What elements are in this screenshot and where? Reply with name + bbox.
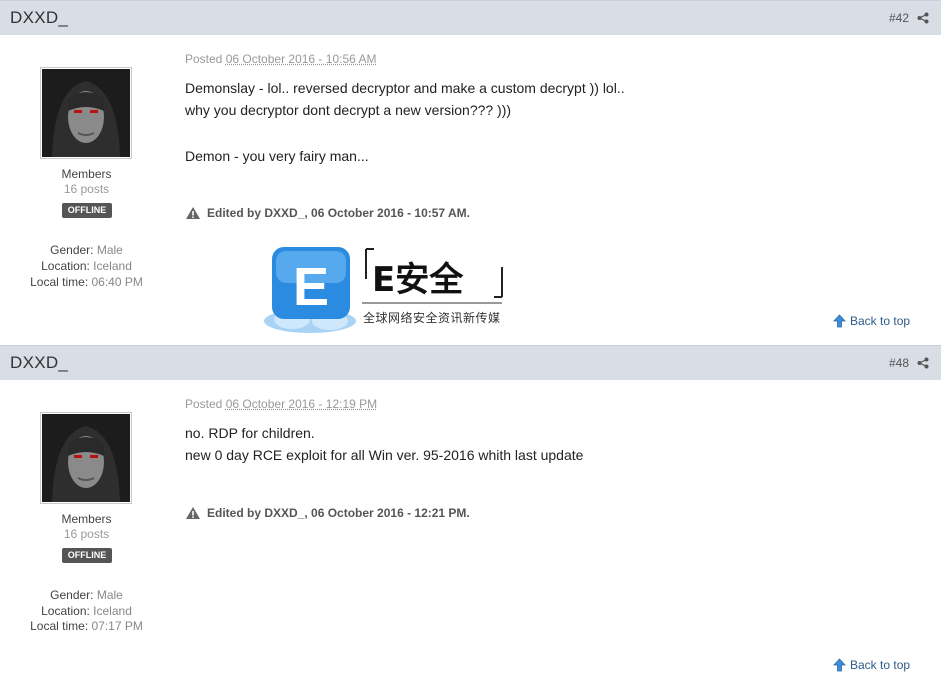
location-line: Location: Iceland (0, 604, 173, 618)
edited-note: Edited by DXXD_, 06 October 2016 - 10:57… (185, 206, 470, 220)
post-header: DXXD_ #42 (0, 0, 941, 35)
share-icon[interactable] (917, 12, 929, 24)
back-to-top-label: Back to top (850, 314, 911, 328)
arrow-up-icon (833, 314, 846, 328)
gender-line: Gender: Male (0, 243, 173, 257)
gender-label: Gender: (50, 588, 94, 602)
warning-icon (186, 207, 200, 219)
member-group: Members (61, 512, 112, 526)
post-number-link[interactable]: #42 (889, 11, 909, 25)
post-number-link[interactable]: #48 (889, 356, 909, 370)
status-badge: OFFLINE (62, 548, 112, 563)
posted-line: Posted 06 October 2016 - 10:56 AM (185, 52, 376, 66)
arrow-up-icon (833, 658, 846, 672)
author-name[interactable]: DXXD_ (10, 353, 68, 373)
post-text-line: no. RDP for children. (185, 425, 315, 441)
author-name[interactable]: DXXD_ (10, 8, 68, 28)
edited-text: Edited by DXXD_, 06 October 2016 - 10:57… (207, 206, 470, 220)
status-badge: OFFLINE (62, 203, 112, 218)
post-text-line: Demon - you very fairy man... (185, 148, 369, 164)
location-line: Location: Iceland (0, 259, 173, 273)
share-icon[interactable] (917, 357, 929, 369)
posted-date[interactable]: 06 October 2016 - 12:19 PM (226, 397, 377, 411)
posted-date[interactable]: 06 October 2016 - 10:56 AM (226, 52, 377, 66)
avatar[interactable] (40, 67, 132, 159)
avatar-image (42, 69, 130, 157)
gender-line: Gender: Male (0, 588, 173, 602)
post-count: 16 posts (63, 527, 110, 541)
posted-label: Posted (185, 52, 223, 66)
gender-value: Male (96, 588, 123, 602)
back-to-top-link[interactable]: Back to top (833, 658, 910, 672)
back-to-top-label: Back to top (850, 658, 911, 672)
localtime-value: 07:17 PM (91, 619, 143, 633)
localtime-label: Local time: (30, 619, 89, 633)
post-text-line: why you decryptor dont decrypt a new ver… (185, 102, 512, 118)
back-to-top-link[interactable]: Back to top (833, 314, 910, 328)
warning-icon (186, 507, 200, 519)
posted-line: Posted 06 October 2016 - 12:19 PM (185, 397, 377, 411)
gender-label: Gender: (50, 243, 94, 257)
location-value: Iceland (93, 259, 132, 273)
edited-text: Edited by DXXD_, 06 October 2016 - 12:21… (207, 506, 470, 520)
logo-letter: E (293, 257, 329, 317)
member-group: Members (61, 167, 112, 181)
avatar-image (42, 414, 130, 502)
post-header: DXXD_ #48 (0, 345, 941, 380)
location-label: Location: (41, 259, 90, 273)
posted-label: Posted (185, 397, 223, 411)
localtime-line: Local time: 06:40 PM (0, 275, 173, 289)
logo-tagline: 全球网络安全资讯新传媒 (363, 311, 501, 325)
post-text-line: Demonslay - lol.. reversed decryptor and… (185, 80, 625, 96)
location-label: Location: (41, 604, 90, 618)
post-count: 16 posts (63, 182, 110, 196)
location-value: Iceland (93, 604, 132, 618)
localtime-line: Local time: 07:17 PM (0, 619, 173, 633)
avatar[interactable] (40, 412, 132, 504)
gender-value: Male (96, 243, 123, 257)
edited-note: Edited by DXXD_, 06 October 2016 - 12:21… (185, 506, 470, 520)
localtime-label: Local time: (30, 275, 89, 289)
localtime-value: 06:40 PM (91, 275, 143, 289)
logo-brand: E安全 (372, 260, 464, 300)
post-48: DXXD_ #48 Members 16 posts OFFLINE Gende… (0, 345, 941, 680)
post-body: Members 16 posts OFFLINE Gender: Male Lo… (0, 380, 941, 680)
post-text-line: new 0 day RCE exploit for all Win ver. 9… (185, 447, 584, 463)
